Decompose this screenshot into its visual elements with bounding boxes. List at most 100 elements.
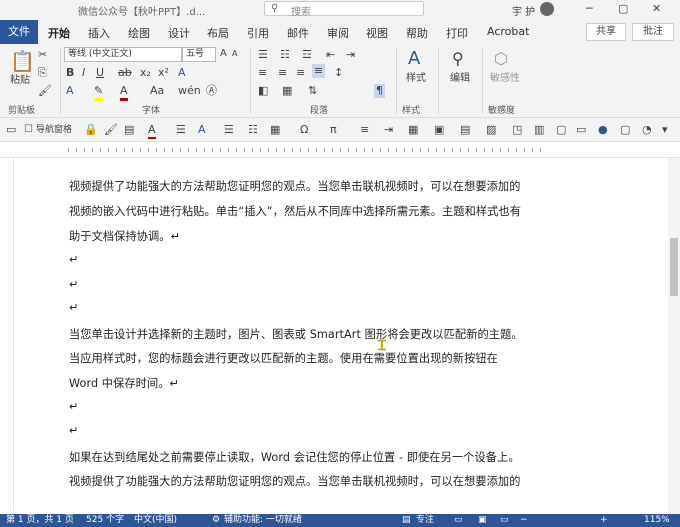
borders-icon[interactable]: ▦ — [282, 84, 292, 98]
tab-review[interactable]: 审阅 — [327, 25, 349, 41]
more-icon[interactable]: ▾ — [662, 123, 668, 137]
page-count[interactable]: 第 1 页，共 1 页 — [6, 514, 74, 527]
doc-line[interactable]: ↵ — [69, 424, 78, 437]
editing-button[interactable]: 编辑 — [450, 72, 470, 86]
doc-line[interactable]: 视频提供了功能强大的方法帮助您证明您的观点。当您单击联机视频时，可以在想要添加的 — [69, 473, 521, 489]
stamp-icon[interactable]: ◔ — [642, 123, 652, 137]
print-layout-icon[interactable]: ▣ — [478, 514, 487, 527]
accessibility-status[interactable]: 辅助功能: 一切就绪 — [224, 514, 302, 527]
font-color-icon[interactable]: A — [120, 84, 128, 101]
table-icon[interactable]: ▦ — [270, 123, 280, 137]
web-layout-icon[interactable]: ▭ — [500, 514, 509, 527]
enclose-char-icon[interactable]: Ⓐ — [206, 84, 217, 98]
checkbox-icon[interactable]: ☐ — [24, 123, 33, 137]
find-icon[interactable]: ⚲ — [452, 48, 464, 70]
copy-icon[interactable]: ⎘ — [38, 66, 47, 80]
brush-icon[interactable]: 🖌 — [104, 123, 118, 137]
italic-icon[interactable]: I — [82, 66, 85, 80]
format-painter-icon[interactable]: 🖌 — [38, 84, 52, 98]
align-right-icon[interactable]: ≡ — [296, 66, 305, 80]
language[interactable]: 中文(中国) — [134, 514, 177, 527]
search-box[interactable]: ⚲ 搜索 — [264, 1, 424, 18]
font-size-select[interactable]: 五号 — [182, 47, 216, 62]
phonetic-icon[interactable]: wén — [178, 84, 201, 98]
show-marks-icon[interactable]: ¶ — [374, 84, 385, 98]
multilevel-list-icon[interactable]: ☲ — [302, 48, 312, 62]
tab-view[interactable]: 视图 — [366, 25, 388, 41]
word-count[interactable]: 525 个字 — [86, 514, 124, 527]
shrink-font-icon[interactable]: A — [232, 47, 237, 61]
align-center-icon[interactable]: ≡ — [278, 66, 287, 80]
avatar[interactable] — [540, 2, 554, 16]
doc-line[interactable]: ↵ — [69, 278, 78, 291]
circle-icon[interactable]: ● — [598, 123, 608, 137]
doc-line[interactable]: 助于文档保持协调。↵ — [69, 228, 180, 244]
doc-line[interactable]: 当您单击设计并选择新的主题时，图片、图表或 SmartArt 图形将会更改以匹配… — [69, 326, 523, 342]
tab-help[interactable]: 帮助 — [406, 25, 428, 41]
tab-layout[interactable]: 布局 — [207, 25, 229, 41]
symbol-icon[interactable]: Ω — [300, 123, 308, 137]
tab-insert[interactable]: 插入 — [88, 25, 110, 41]
superscript-icon[interactable]: x² — [158, 66, 169, 80]
numbering-icon[interactable]: ☷ — [280, 48, 290, 62]
paste-icon[interactable]: 📋 — [10, 50, 35, 72]
doc-line[interactable]: 视频提供了功能强大的方法帮助您证明您的观点。当您单击联机视频时，可以在想要添加的 — [69, 178, 521, 194]
indent-icon[interactable]: ⇥ — [384, 123, 393, 137]
focus-label[interactable]: 专注 — [416, 514, 434, 527]
chart-icon[interactable]: ▥ — [534, 123, 544, 137]
tab-references[interactable]: 引用 — [247, 25, 269, 41]
share-button[interactable]: 共享 — [586, 23, 626, 41]
change-case-icon[interactable]: Aa — [150, 84, 164, 98]
highlight-icon[interactable]: ✎ — [94, 84, 104, 101]
grow-font-icon[interactable]: A — [220, 47, 227, 61]
doc-line[interactable]: 如果在达到结尾处之前需要停止读取，Word 会记住您的停止位置 - 即使在另一个… — [69, 449, 520, 465]
frame-icon[interactable]: ▢ — [620, 123, 630, 137]
line-spacing-icon[interactable]: ↕ — [334, 66, 343, 80]
scrollbar-thumb[interactable] — [670, 238, 678, 296]
underline-icon[interactable]: U — [96, 66, 104, 80]
strikethrough-icon[interactable]: ab — [118, 66, 132, 80]
bullets-icon[interactable]: ☰ — [258, 48, 268, 62]
increase-indent-icon[interactable]: ⇥ — [346, 48, 355, 62]
format-icon[interactable]: ▤ — [124, 123, 134, 137]
sort-icon[interactable]: ⇅ — [308, 84, 317, 98]
layout-icon[interactable]: ▣ — [434, 123, 444, 137]
font-color-icon[interactable]: A — [148, 123, 156, 139]
justify-icon[interactable]: ≡ — [312, 64, 326, 78]
doc-line[interactable]: Word 中保存时间。↵ — [69, 375, 179, 391]
doc-line[interactable]: ↵ — [69, 400, 78, 413]
focus-icon[interactable]: ▤ — [402, 514, 411, 527]
sensitivity-icon[interactable]: ⬡ — [494, 48, 508, 70]
cut-icon[interactable]: ✂ — [38, 48, 47, 62]
list-icon[interactable]: ☰ — [176, 123, 186, 137]
tab-mailings[interactable]: 邮件 — [287, 25, 309, 41]
styles-button[interactable]: 样式 — [406, 72, 426, 86]
comments-button[interactable]: 批注 — [632, 23, 674, 41]
sensitivity-button[interactable]: 敏感性 — [490, 72, 520, 86]
grid-icon[interactable]: ▦ — [408, 123, 418, 137]
zoom-level[interactable]: 115% — [644, 514, 670, 527]
tab-acrobat[interactable]: Acrobat — [487, 25, 529, 38]
lock-icon[interactable]: 🔒 — [84, 123, 98, 137]
text-effects-icon[interactable]: A — [66, 84, 74, 98]
font-name-select[interactable]: 等线 (中文正文) — [64, 47, 182, 62]
minimize-button[interactable]: ─ — [586, 2, 593, 15]
accessibility-icon[interactable]: ⚙ — [212, 514, 220, 527]
restore-button[interactable]: ▢ — [618, 2, 628, 15]
user-name[interactable]: 宇 护 — [512, 3, 535, 18]
align-left-icon[interactable]: ≡ — [258, 66, 267, 80]
zoom-out-icon[interactable]: − — [520, 514, 528, 527]
subscript-icon[interactable]: x₂ — [140, 66, 151, 80]
shape-icon[interactable]: ◳ — [512, 123, 522, 137]
tab-home[interactable]: 开始 — [48, 25, 70, 47]
decrease-indent-icon[interactable]: ⇤ — [326, 48, 335, 62]
tab-design[interactable]: 设计 — [168, 25, 190, 41]
vertical-scrollbar[interactable] — [668, 158, 680, 514]
doc-line[interactable]: ↵ — [69, 301, 78, 314]
tab-draw[interactable]: 绘图 — [128, 25, 150, 41]
clear-format-icon[interactable]: A — [178, 66, 186, 80]
bullets-icon[interactable]: ☰ — [224, 123, 234, 137]
equation-icon[interactable]: π — [330, 123, 337, 137]
paste-label[interactable]: 粘贴 — [10, 74, 30, 88]
style-icon[interactable]: A — [198, 123, 206, 137]
